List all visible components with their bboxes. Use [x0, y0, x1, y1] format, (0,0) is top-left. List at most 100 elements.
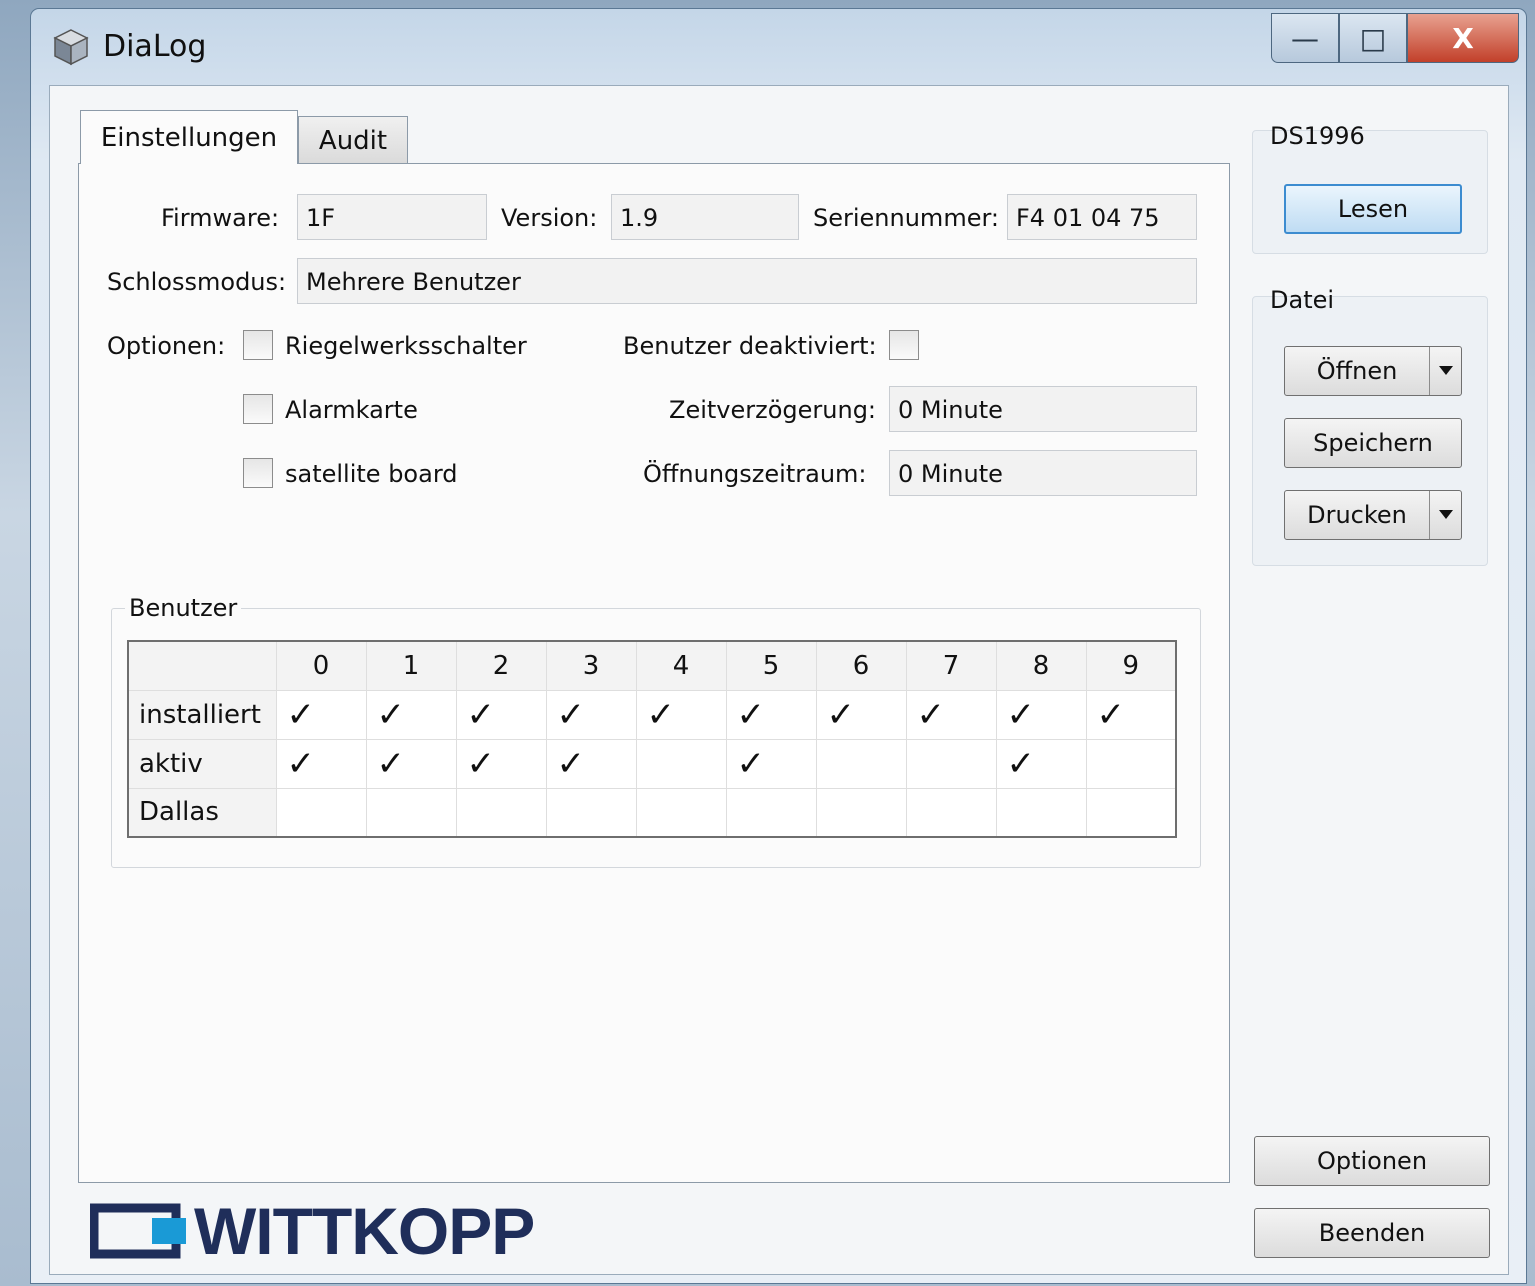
- table-row[interactable]: aktiv ✓ ✓ ✓ ✓ ✓ ✓: [127, 738, 1177, 789]
- cell[interactable]: ✓: [365, 738, 457, 789]
- read-button[interactable]: Lesen: [1284, 184, 1462, 234]
- cell[interactable]: ✓: [815, 689, 907, 740]
- riegel-label: Riegelwerksschalter: [285, 332, 527, 360]
- wittkopp-logo: WITTKOPP: [89, 1194, 570, 1268]
- col-header-8: 8: [995, 640, 1087, 691]
- tab-einstellungen[interactable]: Einstellungen: [80, 110, 298, 164]
- cell[interactable]: [275, 787, 367, 838]
- chevron-down-icon: [1438, 366, 1453, 375]
- open-button[interactable]: Öffnen: [1284, 346, 1462, 396]
- delay-label: Zeitverzögerung:: [669, 396, 877, 424]
- cell[interactable]: ✓: [455, 689, 547, 740]
- print-button-label: Drucken: [1307, 501, 1407, 529]
- cell[interactable]: [1085, 738, 1177, 789]
- maximize-icon: □: [1359, 21, 1387, 55]
- firmware-label: Firmware:: [161, 204, 280, 232]
- cell[interactable]: ✓: [365, 689, 457, 740]
- cell[interactable]: ✓: [275, 689, 367, 740]
- col-header-9: 9: [1085, 640, 1177, 691]
- cell[interactable]: ✓: [275, 738, 367, 789]
- close-button[interactable]: X: [1407, 13, 1519, 63]
- mode-field[interactable]: Mehrere Benutzer: [297, 258, 1197, 304]
- chevron-down-icon: [1438, 510, 1453, 519]
- col-header-2: 2: [455, 640, 547, 691]
- users-group-title: Benutzer: [125, 594, 242, 622]
- alarm-label: Alarmkarte: [285, 396, 418, 424]
- exit-button[interactable]: Beenden: [1254, 1208, 1490, 1258]
- cell[interactable]: ✓: [995, 689, 1087, 740]
- window-field[interactable]: 0 Minute: [889, 450, 1197, 496]
- print-button[interactable]: Drucken: [1284, 490, 1462, 540]
- cell[interactable]: ✓: [1085, 689, 1177, 740]
- open-button-label: Öffnen: [1316, 357, 1398, 385]
- user-disabled-label: Benutzer deaktiviert:: [623, 332, 877, 360]
- col-header-7: 7: [905, 640, 997, 691]
- cell[interactable]: [725, 787, 817, 838]
- col-header-5: 5: [725, 640, 817, 691]
- cell[interactable]: [995, 787, 1087, 838]
- cell[interactable]: ✓: [725, 738, 817, 789]
- row-header-dallas: Dallas: [127, 787, 277, 838]
- title-bar[interactable]: DiaLog — □ X: [31, 9, 1526, 81]
- cell[interactable]: [905, 787, 997, 838]
- minimize-icon: —: [1291, 21, 1319, 55]
- cell[interactable]: ✓: [455, 738, 547, 789]
- cell[interactable]: ✓: [545, 689, 637, 740]
- close-icon: X: [1452, 21, 1474, 55]
- cell[interactable]: ✓: [545, 738, 637, 789]
- mode-label: Schlossmodus:: [107, 268, 287, 296]
- cell[interactable]: ✓: [725, 689, 817, 740]
- users-table: 0 1 2 3 4 5 6 7 8 9 installiert ✓ ✓ ✓ ✓ …: [127, 640, 1177, 838]
- delay-field[interactable]: 0 Minute: [889, 386, 1197, 432]
- cell[interactable]: ✓: [635, 689, 727, 740]
- maximize-button[interactable]: □: [1339, 13, 1407, 63]
- logo-mark-icon: [89, 1203, 186, 1259]
- satellite-label: satellite board: [285, 460, 458, 488]
- window-title: DiaLog: [103, 29, 207, 64]
- open-dropdown-arrow[interactable]: [1429, 347, 1461, 395]
- col-header-0: 0: [275, 640, 367, 691]
- cell[interactable]: [545, 787, 637, 838]
- col-header-3: 3: [545, 640, 637, 691]
- options-label: Optionen:: [107, 332, 226, 360]
- cell[interactable]: ✓: [995, 738, 1087, 789]
- cell[interactable]: [815, 738, 907, 789]
- app-cube-icon: [53, 29, 89, 66]
- cell[interactable]: [905, 738, 997, 789]
- window-label: Öffnungszeitraum:: [643, 460, 867, 488]
- cell[interactable]: [635, 738, 727, 789]
- cell[interactable]: [365, 787, 457, 838]
- tab-audit[interactable]: Audit: [298, 116, 408, 164]
- client-area: Einstellungen Audit Firmware: 1F Version…: [49, 85, 1509, 1275]
- cell[interactable]: [815, 787, 907, 838]
- file-title: Datei: [1270, 286, 1335, 314]
- table-row[interactable]: Dallas: [127, 787, 1177, 838]
- dialog-window: DiaLog — □ X Einstellungen Audit Firmwar…: [30, 8, 1527, 1284]
- logo-text: WITTKOPP: [194, 1194, 535, 1268]
- firmware-field[interactable]: 1F: [297, 194, 487, 240]
- options-button[interactable]: Optionen: [1254, 1136, 1490, 1186]
- table-row[interactable]: installiert ✓ ✓ ✓ ✓ ✓ ✓ ✓ ✓ ✓ ✓: [127, 689, 1177, 740]
- save-button[interactable]: Speichern: [1284, 418, 1462, 468]
- version-label: Version:: [501, 204, 598, 232]
- row-header-installiert: installiert: [127, 689, 277, 740]
- cell[interactable]: [455, 787, 547, 838]
- col-header-6: 6: [815, 640, 907, 691]
- row-header-aktiv: aktiv: [127, 738, 277, 789]
- device-title: DS1996: [1270, 122, 1365, 150]
- cell[interactable]: ✓: [905, 689, 997, 740]
- serial-field[interactable]: F4 01 04 75: [1007, 194, 1197, 240]
- cell[interactable]: [635, 787, 727, 838]
- col-header-1: 1: [365, 640, 457, 691]
- minimize-button[interactable]: —: [1271, 13, 1339, 63]
- cell[interactable]: [1085, 787, 1177, 838]
- users-corner-cell: [127, 640, 277, 691]
- col-header-4: 4: [635, 640, 727, 691]
- users-header-row: 0 1 2 3 4 5 6 7 8 9: [127, 640, 1177, 691]
- print-dropdown-arrow[interactable]: [1429, 491, 1461, 539]
- version-field[interactable]: 1.9: [611, 194, 799, 240]
- riegel-checkbox[interactable]: [243, 330, 273, 360]
- user-disabled-checkbox[interactable]: [889, 330, 919, 360]
- alarm-checkbox[interactable]: [243, 394, 273, 424]
- satellite-checkbox[interactable]: [243, 458, 273, 488]
